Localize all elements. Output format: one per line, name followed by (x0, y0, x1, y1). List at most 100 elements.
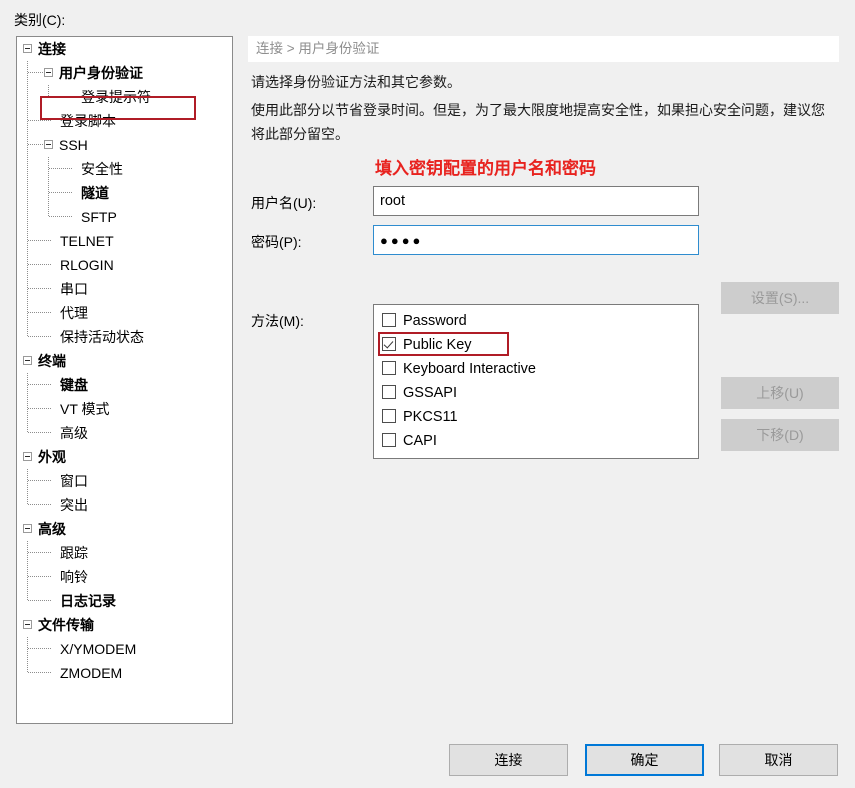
tree-item-label: 突出 (60, 497, 88, 513)
tree-guide-line (27, 157, 28, 181)
tree-guide-connector (49, 216, 73, 217)
tree-item-10[interactable]: 串口 (17, 277, 232, 301)
tree-guide-connector (28, 144, 44, 145)
method-move-up-button[interactable]: 上移(U) (721, 377, 839, 409)
description-line-1: 请选择身份验证方法和其它参数。 (251, 74, 461, 90)
tree-item-label: 登录脚本 (60, 113, 116, 129)
tree-guide-line (27, 541, 28, 565)
tree-item-8[interactable]: TELNET (17, 229, 232, 253)
tree-item-label: 高级 (60, 425, 88, 441)
tree-collapse-icon[interactable] (23, 44, 32, 53)
checkbox-unchecked-icon[interactable] (382, 409, 396, 423)
tree-item-13[interactable]: 终端 (17, 349, 232, 373)
tree-item-22[interactable]: 响铃 (17, 565, 232, 589)
tree-guide-connector (28, 336, 52, 337)
tree-item-26[interactable]: ZMODEM (17, 661, 232, 685)
tree-item-6[interactable]: 隧道 (17, 181, 232, 205)
checkbox-checked-icon[interactable] (382, 337, 396, 351)
tree-collapse-icon[interactable] (44, 68, 53, 77)
tree-item-label: 终端 (38, 353, 66, 369)
checkbox-unchecked-icon[interactable] (382, 313, 396, 327)
auth-method-row-1[interactable]: Public Key (374, 333, 698, 357)
tree-item-9[interactable]: RLOGIN (17, 253, 232, 277)
auth-method-label: Keyboard Interactive (403, 361, 536, 377)
tree-guide-line (27, 565, 28, 589)
tree-item-15[interactable]: VT 模式 (17, 397, 232, 421)
checkbox-unchecked-icon[interactable] (382, 361, 396, 375)
auth-method-row-5[interactable]: CAPI (374, 429, 698, 453)
tree-item-label: SFTP (81, 209, 117, 225)
tree-item-24[interactable]: 文件传输 (17, 613, 232, 637)
tree-item-5[interactable]: 安全性 (17, 157, 232, 181)
tree-guide-connector (28, 288, 52, 289)
tree-guide-connector (49, 168, 73, 169)
method-move-down-button[interactable]: 下移(D) (721, 419, 839, 451)
tree-item-7[interactable]: SFTP (17, 205, 232, 229)
auth-method-row-4[interactable]: PKCS11 (374, 405, 698, 429)
tree-guide-line (27, 469, 28, 493)
auth-method-row-3[interactable]: GSSAPI (374, 381, 698, 405)
checkbox-unchecked-icon[interactable] (382, 433, 396, 447)
tree-collapse-icon[interactable] (23, 524, 32, 533)
annotation-note: 填入密钥配置的用户名和密码 (375, 159, 596, 178)
username-input[interactable] (373, 186, 699, 216)
tree-guide-connector (28, 576, 52, 577)
connect-button[interactable]: 连接 (449, 744, 568, 776)
tree-guide-line (27, 61, 28, 85)
tree-item-label: 保持活动状态 (60, 329, 144, 345)
tree-item-label: 代理 (60, 305, 88, 321)
tree-item-label: TELNET (60, 233, 114, 249)
tree-item-21[interactable]: 跟踪 (17, 541, 232, 565)
tree-guide-connector (28, 72, 44, 73)
auth-method-label: PKCS11 (403, 409, 458, 425)
tree-item-17[interactable]: 外观 (17, 445, 232, 469)
auth-methods-rows: Password Public Key Keyboard Interactive GS… (374, 309, 698, 453)
tree-item-11[interactable]: 代理 (17, 301, 232, 325)
category-label: 类别(C): (14, 12, 66, 28)
tree-item-14[interactable]: 键盘 (17, 373, 232, 397)
auth-method-row-2[interactable]: Keyboard Interactive (374, 357, 698, 381)
tree-collapse-icon[interactable] (23, 356, 32, 365)
cancel-button[interactable]: 取消 (719, 744, 838, 776)
ok-button[interactable]: 确定 (585, 744, 704, 776)
tree-item-label: 响铃 (60, 569, 88, 585)
tree-guide-line (27, 133, 28, 157)
tree-collapse-icon[interactable] (23, 620, 32, 629)
tree-guide-line (27, 397, 28, 421)
tree-item-4[interactable]: SSH (17, 133, 232, 157)
tree-item-20[interactable]: 高级 (17, 517, 232, 541)
method-settings-button[interactable]: 设置(S)... (721, 282, 839, 314)
tree-item-0[interactable]: 连接 (17, 37, 232, 61)
tree-item-12[interactable]: 保持活动状态 (17, 325, 232, 349)
tree-item-label: VT 模式 (60, 401, 110, 417)
tree-item-2[interactable]: 登录提示符 (17, 85, 232, 109)
tree-guide-line (27, 373, 28, 397)
password-input[interactable] (373, 225, 699, 255)
tree-guide-connector (28, 600, 52, 601)
tree-guide-connector (28, 432, 52, 433)
tree-collapse-icon[interactable] (44, 140, 53, 149)
tree-item-label: 用户身份验证 (59, 65, 143, 81)
tree-guide-connector (28, 648, 52, 649)
tree-item-25[interactable]: X/YMODEM (17, 637, 232, 661)
auth-methods-list[interactable]: Password Public Key Keyboard Interactive GS… (373, 304, 699, 459)
tree-item-18[interactable]: 窗口 (17, 469, 232, 493)
tree-guide-line (27, 637, 28, 661)
category-tree[interactable]: 连接用户身份验证登录提示符登录脚本 SSH 安全性隧道 SFTP TELNET RLOGI… (16, 36, 233, 724)
tree-item-1[interactable]: 用户身份验证 (17, 61, 232, 85)
tree-item-16[interactable]: 高级 (17, 421, 232, 445)
tree-item-label: 安全性 (81, 161, 123, 177)
tree-guide-line (27, 253, 28, 277)
tree-item-label: RLOGIN (60, 257, 114, 273)
tree-guide-connector (28, 264, 52, 265)
tree-guide-line (27, 229, 28, 253)
auth-method-row-0[interactable]: Password (374, 309, 698, 333)
tree-item-19[interactable]: 突出 (17, 493, 232, 517)
tree-collapse-icon[interactable] (23, 452, 32, 461)
tree-guide-connector (28, 504, 52, 505)
tree-guide-connector (28, 312, 52, 313)
tree-item-23[interactable]: 日志记录 (17, 589, 232, 613)
checkbox-unchecked-icon[interactable] (382, 385, 396, 399)
tree-item-3[interactable]: 登录脚本 (17, 109, 232, 133)
breadcrumb: 连接 > 用户身份验证 (248, 36, 839, 62)
